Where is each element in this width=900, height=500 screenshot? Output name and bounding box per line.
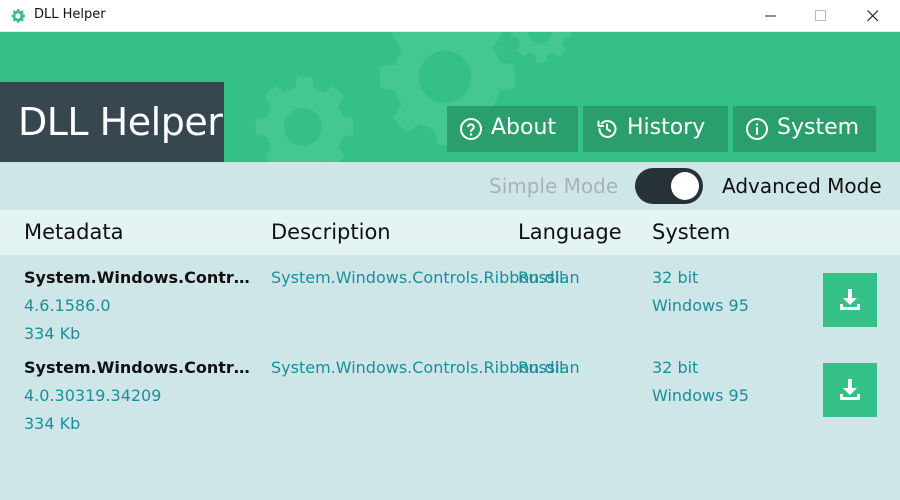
close-button[interactable] [850,0,896,32]
download-icon [840,379,860,400]
maximize-icon [815,10,826,21]
system-button[interactable]: System [733,106,876,152]
brand-logo: DLL Helper [0,82,224,162]
download-icon [840,289,860,310]
mode-toggle[interactable] [635,168,703,204]
history-icon [597,120,617,138]
dll-version: 4.6.1586.0 [24,296,111,315]
mode-row: Simple Mode Advanced Mode [0,162,900,210]
question-circle-icon [460,118,482,140]
info-circle-icon [746,118,768,140]
about-button[interactable]: About [447,106,578,152]
gear-icon [11,9,26,23]
simple-mode-label[interactable]: Simple Mode [489,174,618,198]
dll-os: Windows 95 [652,386,749,405]
history-label: History [627,115,706,140]
decorative-gear-icon [255,76,354,162]
brand-title: DLL Helper [18,100,223,144]
dll-size: 334 Kb [24,324,81,343]
dll-architecture: 32 bit [652,268,699,287]
column-header-description: Description [271,220,391,244]
download-button[interactable] [823,363,877,417]
table-row: System.Windows.Controls... 4.0.30319.342… [0,354,900,444]
app-header: DLL Helper About History System [0,32,900,162]
column-header-metadata: Metadata [24,220,124,244]
dll-os: Windows 95 [652,296,749,315]
download-button[interactable] [823,273,877,327]
dll-name: System.Windows.Controls... [24,268,254,287]
decorative-gear-icon [511,32,572,63]
toggle-knob [671,172,699,200]
system-label: System [777,115,860,140]
title-bar: DLL Helper [0,0,900,32]
minimize-icon [765,15,776,17]
dll-architecture: 32 bit [652,358,699,377]
column-header-language: Language [518,220,622,244]
about-label: About [491,115,557,140]
window-title: DLL Helper [34,7,106,22]
close-icon [867,10,879,22]
dll-name: System.Windows.Controls... [24,358,254,377]
dll-language: Russian [518,268,580,287]
dll-size: 334 Kb [24,414,81,433]
maximize-button[interactable] [798,0,844,32]
advanced-mode-label[interactable]: Advanced Mode [722,174,882,198]
table-header: Metadata Description Language System [0,210,900,255]
column-header-system: System [652,220,731,244]
table-row: System.Windows.Controls... 4.6.1586.0 33… [0,264,900,354]
dll-version: 4.0.30319.34209 [24,386,162,405]
dll-language: Russian [518,358,580,377]
minimize-button[interactable] [748,0,794,32]
history-button[interactable]: History [583,106,728,152]
